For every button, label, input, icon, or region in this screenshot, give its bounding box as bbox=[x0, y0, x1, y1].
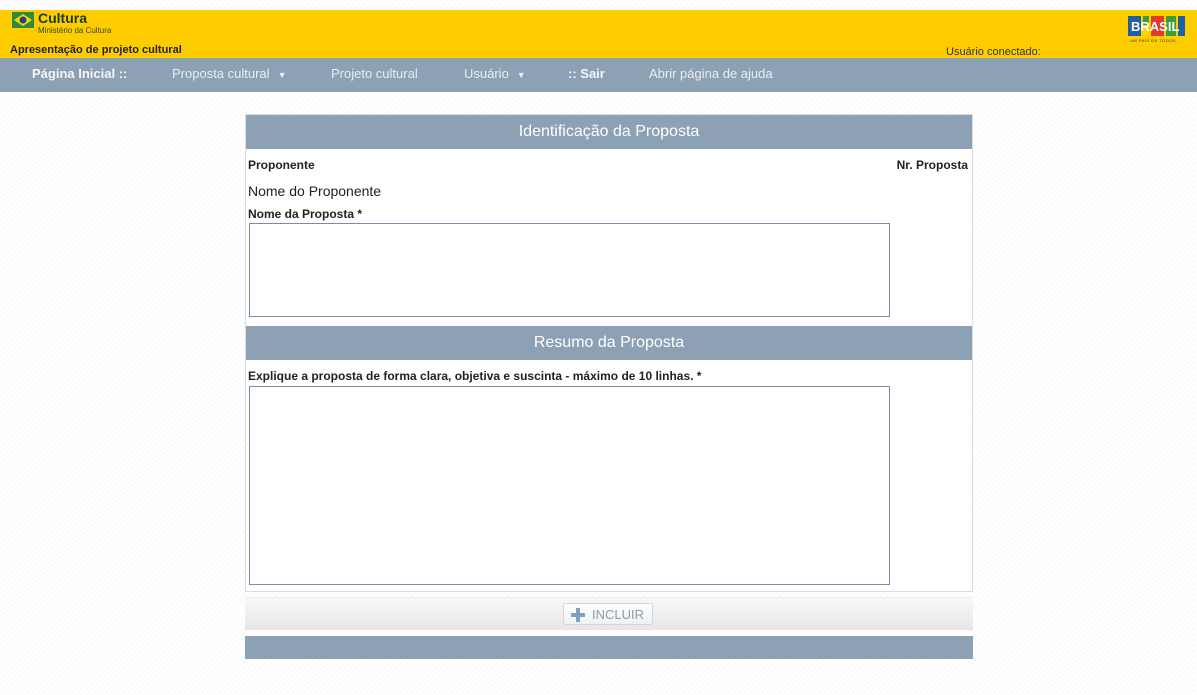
brazil-flag-icon bbox=[12, 12, 34, 28]
proponente-value: Nome do Proponente bbox=[248, 183, 382, 199]
nav-usuario-label: Usuário bbox=[464, 66, 509, 81]
nav-pagina-inicial[interactable]: Página Inicial :: bbox=[32, 58, 127, 92]
nav-proposta-cultural[interactable]: Proposta cultural ▼ bbox=[172, 58, 286, 92]
top-header: Cultura Ministério da Cultura Apresentaç… bbox=[0, 10, 1197, 58]
brasil-gov-logo-icon: BRASIL bbox=[1128, 16, 1185, 36]
ministry-name: Ministério da Cultura bbox=[38, 26, 112, 35]
section-header-resumo: Resumo da Proposta bbox=[246, 326, 972, 360]
resumo-instruction-label: Explique a proposta de forma clara, obje… bbox=[248, 369, 702, 383]
nav-usuario[interactable]: Usuário ▼ bbox=[464, 58, 526, 92]
app-title: Apresentação de projeto cultural bbox=[10, 44, 182, 56]
nav-sair[interactable]: :: Sair bbox=[568, 58, 605, 92]
action-bar: INCLUIR bbox=[245, 597, 973, 630]
nav-proposta-cultural-label: Proposta cultural bbox=[172, 66, 270, 81]
nav-projeto-cultural[interactable]: Projeto cultural bbox=[331, 58, 418, 92]
section-header-identificacao: Identificação da Proposta bbox=[246, 115, 972, 149]
resumo-textarea[interactable] bbox=[249, 386, 890, 585]
nome-proposta-label: Nome da Proposta * bbox=[248, 207, 363, 221]
incluir-label: INCLUIR bbox=[592, 607, 645, 622]
nr-proposta-label: Nr. Proposta bbox=[896, 158, 968, 172]
footer-bar bbox=[245, 636, 973, 659]
nome-proposta-textarea[interactable] bbox=[249, 223, 890, 317]
gov-tagline: UM PAÍS DE TODOS bbox=[1130, 38, 1177, 43]
gov-logo-text: BRASIL bbox=[1131, 19, 1179, 34]
chevron-down-icon: ▼ bbox=[277, 70, 287, 80]
chevron-down-icon: ▼ bbox=[516, 70, 526, 80]
main-nav: Página Inicial :: Proposta cultural ▼ Pro… bbox=[0, 58, 1197, 92]
brand-name: Cultura bbox=[38, 10, 87, 26]
proposal-form-panel: Identificação da Proposta Proponente Nr.… bbox=[245, 114, 973, 592]
nav-ajuda[interactable]: Abrir página de ajuda bbox=[649, 58, 773, 92]
incluir-button[interactable]: INCLUIR bbox=[563, 603, 653, 625]
proponente-label: Proponente bbox=[248, 158, 315, 172]
plus-icon bbox=[571, 608, 585, 622]
